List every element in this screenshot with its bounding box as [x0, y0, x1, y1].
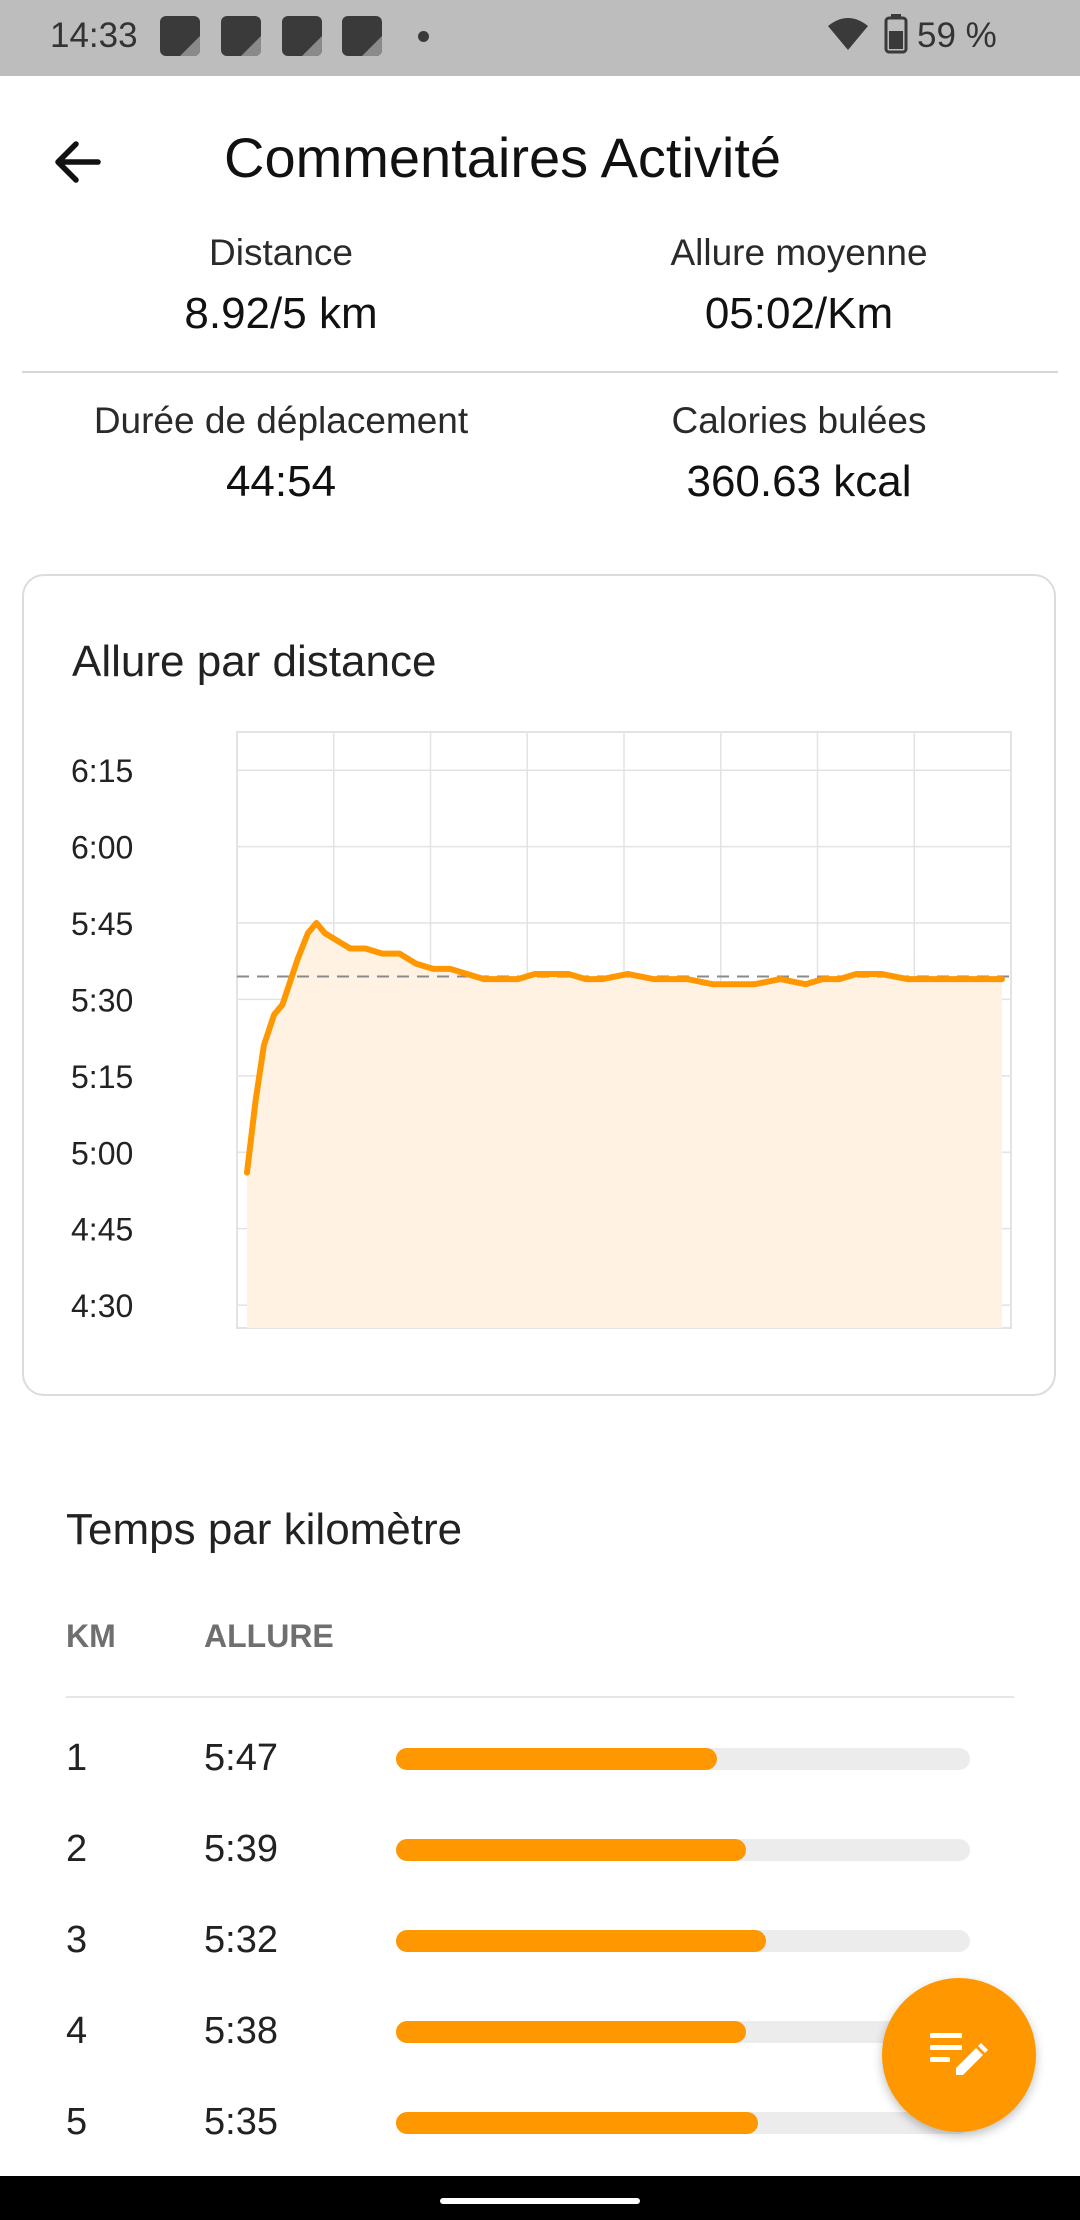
split-km: 1	[66, 1737, 88, 1779]
edit-note-icon	[930, 2033, 988, 2075]
split-km: 5	[66, 2101, 88, 2143]
battery-icon	[884, 14, 908, 54]
more-notifications-icon	[418, 31, 429, 42]
y-tick-label: 4:45	[71, 1212, 133, 1248]
split-bar-track	[396, 1748, 970, 1770]
stat-label: Calories bulées	[671, 400, 927, 441]
notification-icon	[160, 16, 200, 56]
add-comment-fab[interactable]	[882, 1978, 1036, 2132]
split-row: 3 5:32	[0, 1910, 1080, 1970]
split-bar-track	[396, 2112, 970, 2134]
split-pace: 5:47	[204, 1737, 278, 1779]
split-km: 2	[66, 1828, 88, 1870]
split-km: 3	[66, 1919, 88, 1961]
stat-label: Durée de déplacement	[93, 400, 469, 441]
split-pace: 5:39	[204, 1828, 278, 1870]
stat-value: 44:54	[225, 457, 337, 506]
wifi-icon	[828, 18, 868, 50]
stat-value: 360.63 kcal	[686, 457, 912, 506]
status-time: 14:33	[50, 16, 138, 55]
pace-area	[247, 923, 1002, 1328]
split-row: 1 5:47	[0, 1728, 1080, 1788]
split-bar-fill	[396, 2021, 747, 2043]
split-bar-fill	[396, 2112, 758, 2134]
app-bar: Commentaires Activité	[0, 76, 1080, 226]
split-pace: 5:32	[204, 1919, 278, 1961]
y-tick-label: 5:30	[71, 982, 133, 1018]
stat-calories: Calories bulées 360.63 kcal	[549, 396, 1049, 512]
split-bar-track	[396, 1839, 970, 1861]
column-header-km: KM	[66, 1618, 116, 1654]
split-pace: 5:38	[204, 2010, 278, 2052]
column-header-pace: ALLURE	[204, 1618, 334, 1654]
split-pace: 5:35	[204, 2101, 278, 2143]
stat-moving-duration: Durée de déplacement 44:54	[31, 396, 531, 512]
table-divider	[66, 1696, 1014, 1698]
status-bar: 14:33 59 %	[0, 0, 1080, 76]
splits-title: Temps par kilomètre	[66, 1505, 463, 1554]
y-tick-label: 5:00	[71, 1135, 133, 1171]
y-tick-label: 6:00	[71, 830, 133, 866]
pace-chart-card: Allure par distance 6:15 6:00 5:45 5:30 5:15…	[22, 574, 1056, 1396]
pace-chart: 6:15 6:00 5:45 5:30 5:15 5:00 4:45 4:30	[71, 731, 1012, 1329]
stat-value: 8.92/5 km	[184, 289, 378, 338]
stat-label: Distance	[209, 232, 353, 273]
split-bar-track	[396, 1930, 970, 1952]
split-row: 2 5:39	[0, 1819, 1080, 1879]
notification-icon	[282, 16, 322, 56]
split-bar-fill	[396, 1839, 747, 1861]
notification-icon	[221, 16, 261, 56]
stat-average-pace: Allure moyenne 05:02/Km	[549, 228, 1049, 344]
stat-label: Allure moyenne	[670, 232, 928, 273]
y-tick-label: 4:30	[71, 1288, 133, 1324]
y-tick-label: 6:15	[71, 753, 133, 789]
split-bar-fill	[396, 1748, 718, 1770]
y-tick-label: 5:15	[71, 1059, 133, 1095]
battery-percentage: 59 %	[917, 16, 997, 55]
arrow-back-icon	[55, 141, 101, 183]
stat-value: 05:02/Km	[704, 289, 894, 338]
stat-distance: Distance 8.92/5 km	[31, 228, 531, 344]
notification-icon	[342, 16, 382, 56]
back-button[interactable]	[42, 126, 114, 198]
stats-divider	[22, 371, 1058, 373]
home-handle[interactable]	[440, 2198, 640, 2204]
page-title: Commentaires Activité	[224, 126, 782, 189]
split-km: 4	[66, 2010, 88, 2052]
y-tick-label: 5:45	[71, 906, 133, 942]
split-bar-fill	[396, 1930, 767, 1952]
